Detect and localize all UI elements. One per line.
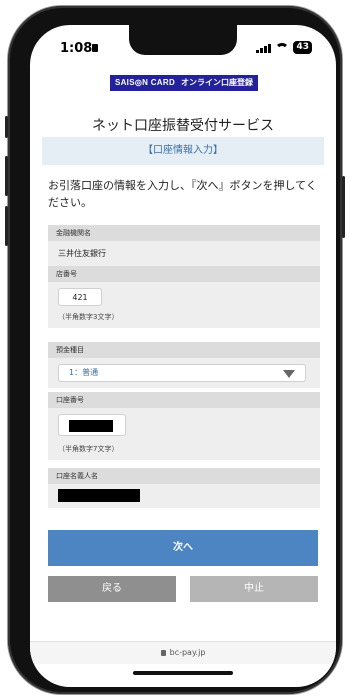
bank-name-group: 金融機関名 三井住友銀行	[48, 225, 320, 267]
account-number-body: （半角数字7文字）	[48, 408, 320, 460]
status-icons: 43	[256, 41, 312, 54]
account-number-input[interactable]	[58, 414, 126, 436]
wifi-icon	[275, 42, 290, 53]
bank-name-label: 金融機関名	[48, 225, 320, 241]
branch-number-group: 店番号 421 （半角数字3文字）	[48, 266, 320, 328]
redacted-account-number	[69, 420, 113, 432]
power-button	[342, 176, 345, 238]
back-button[interactable]: 戻る	[48, 576, 176, 602]
next-button[interactable]: 次へ	[48, 530, 318, 566]
signal-icon	[256, 43, 272, 53]
saison-logo: SAIS◎N CARD オンライン口座登録	[110, 75, 258, 91]
branch-number-hint: （半角数字3文字）	[58, 313, 119, 321]
section-heading: 【口座情報入力】	[42, 137, 324, 165]
account-type-label: 預金種目	[48, 342, 320, 358]
account-number-label: 口座番号	[48, 392, 320, 408]
account-holder-label: 口座名義人名	[48, 468, 320, 484]
account-type-body: 1：普通	[48, 358, 320, 388]
url-text: bc-pay.jp	[169, 648, 206, 657]
account-number-hint: （半角数字7文字）	[58, 445, 119, 453]
mute-switch	[5, 116, 8, 138]
battery-icon: 43	[293, 41, 312, 54]
status-time: 1:08	[60, 41, 93, 56]
branch-number-body: 421 （半角数字3文字）	[48, 282, 320, 328]
orientation-lock-icon	[92, 44, 98, 52]
volume-up-button	[5, 156, 8, 196]
home-indicator[interactable]	[133, 671, 233, 675]
notch	[129, 25, 237, 55]
account-holder-group: 口座名義人名	[48, 468, 320, 508]
brand-name: SAIS◎N CARD	[114, 78, 176, 87]
bank-name-value: 三井住友銀行	[58, 249, 106, 258]
branch-number-label: 店番号	[48, 266, 320, 282]
chevron-down-icon	[283, 370, 295, 378]
registration-title: オンライン口座登録	[181, 78, 254, 87]
account-type-value: 1：普通	[69, 368, 99, 377]
volume-down-button	[5, 206, 8, 246]
account-type-group: 預金種目 1：普通	[48, 342, 320, 388]
instruction-text: お引落口座の情報を入力し、『次へ』ボタンを押してください。	[48, 179, 317, 209]
account-holder-body	[48, 484, 320, 509]
browser-url-bar[interactable]: bc-pay.jp	[30, 641, 336, 664]
redacted-account-holder	[58, 489, 140, 502]
screen: 1:08 43 SAIS◎N CARD オンライン口座登録 ネット口座振替受付サ…	[30, 25, 336, 687]
account-number-group: 口座番号 （半角数字7文字）	[48, 392, 320, 460]
account-type-select[interactable]: 1：普通	[58, 364, 306, 382]
branch-number-input[interactable]: 421	[58, 288, 102, 306]
page-title: ネット口座振替受付サービス	[92, 118, 274, 134]
phone-frame: 1:08 43 SAIS◎N CARD オンライン口座登録 ネット口座振替受付サ…	[5, 6, 345, 694]
cancel-button[interactable]: 中止	[190, 576, 318, 602]
lock-icon	[160, 649, 166, 656]
